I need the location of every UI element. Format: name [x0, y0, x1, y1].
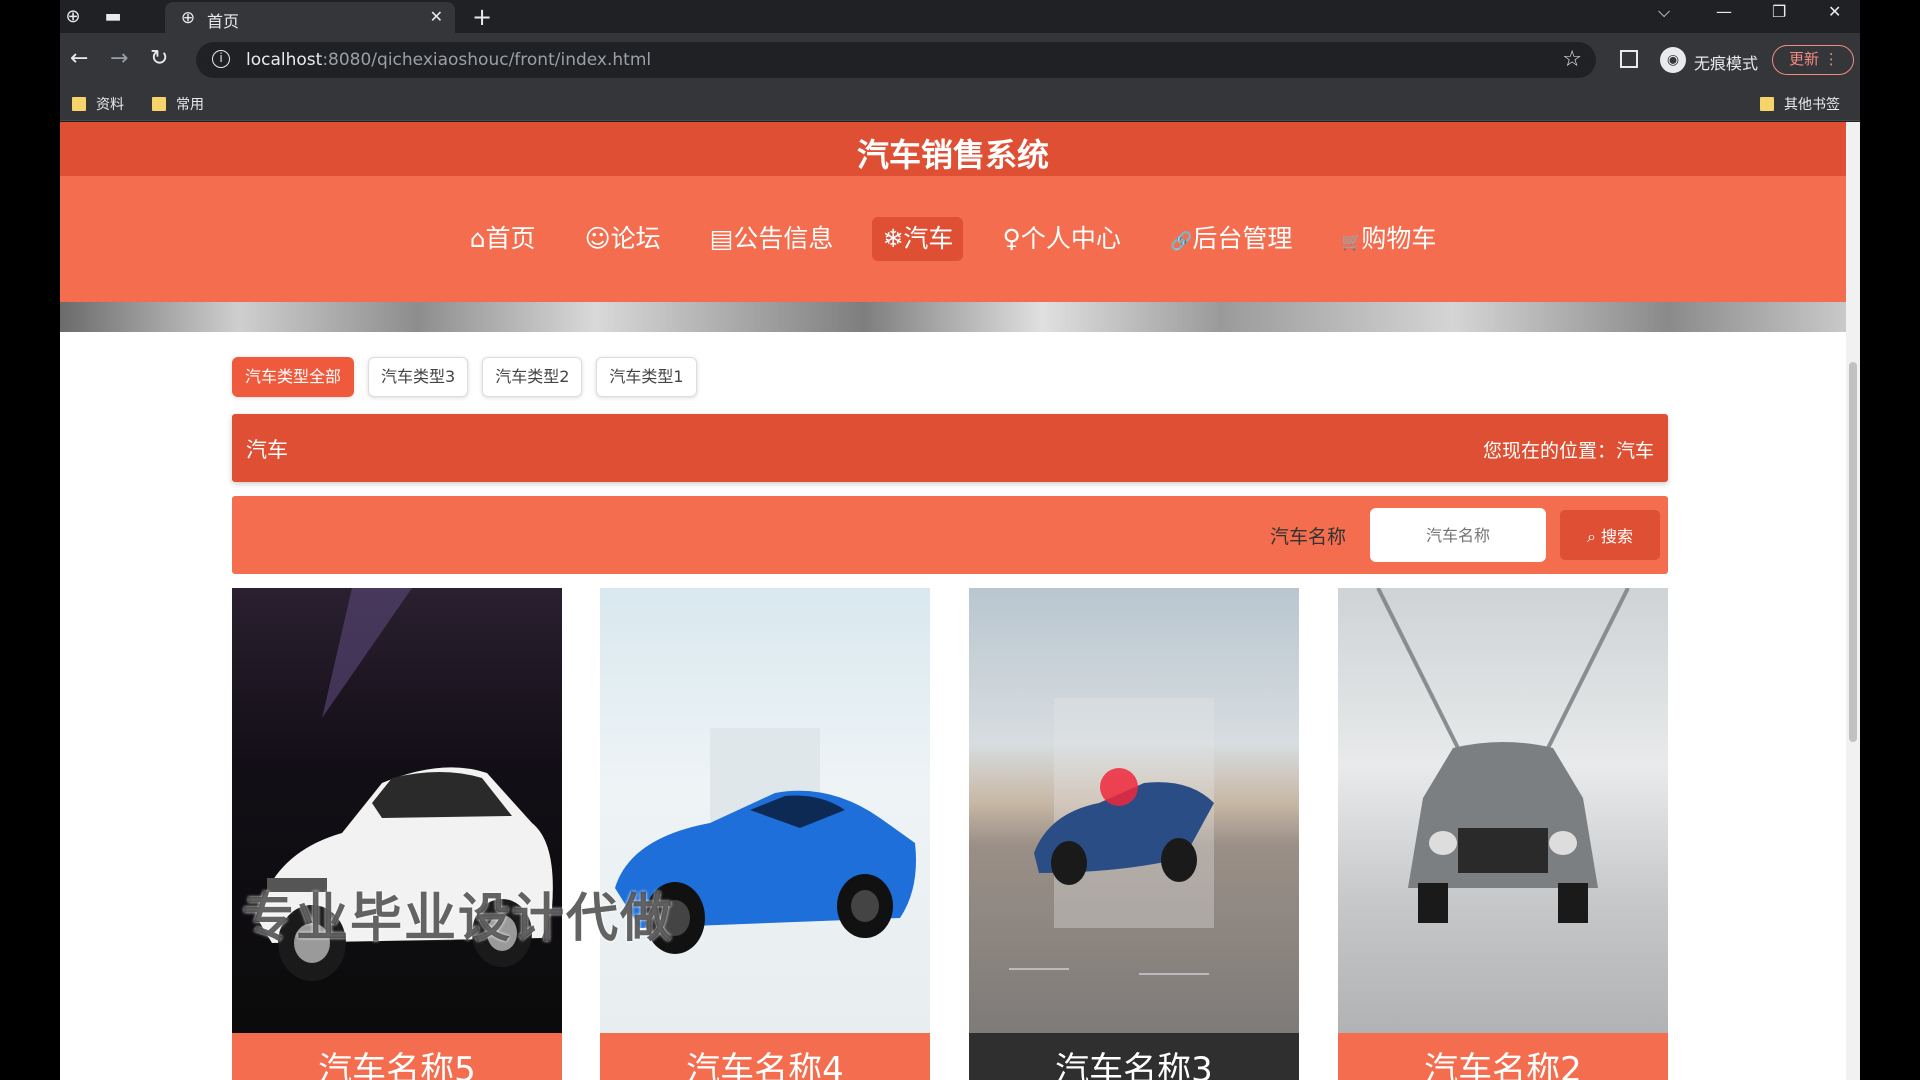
type-tab-1[interactable]: 汽车类型1	[596, 357, 697, 397]
browser-toolbar: ← → ↻ i localhost:8080/qichexiaoshouc/fr…	[60, 33, 1860, 87]
header-title-bar: 汽车销售系统	[60, 122, 1846, 176]
snowflake-icon: ❄	[882, 224, 904, 253]
address-bar[interactable]: i localhost:8080/qichexiaoshouc/front/in…	[196, 42, 1596, 78]
menu-label: 后台管理	[1192, 224, 1293, 253]
menu-item-cars[interactable]: ❄汽车	[872, 217, 964, 261]
bookmarks-bar: 资料 常用 其他书签	[60, 87, 1860, 121]
folder-icon	[152, 97, 166, 111]
url-path: :8080/qichexiaoshouc/front/index.html	[322, 50, 652, 70]
home-icon: ⌂	[469, 224, 486, 253]
back-icon[interactable]: ←	[70, 46, 88, 71]
tab-list-chevron-icon[interactable]: ⌵	[1658, 2, 1670, 22]
site-header: 汽车销售系统 ⌂首页 ☺论坛 ▤公告信息 ❄汽车 ♀个人中心 🔗后台管理 🛒购物…	[60, 122, 1846, 302]
car-image[interactable]	[600, 588, 930, 1033]
type-tab-3[interactable]: 汽车类型3	[368, 357, 469, 397]
cart-icon: 🛒	[1341, 232, 1362, 251]
forward-icon[interactable]: →	[110, 46, 128, 71]
browser-window: ⊕ ▬ ⊕ 首页 ✕ + ⌵ — ❐ ✕ ← → ↻ i localhost:8…	[60, 0, 1860, 1080]
search-bar: 汽车名称 ⌕ 搜索	[232, 496, 1668, 574]
car-card[interactable]: 汽车名称5	[232, 588, 562, 1080]
car-card[interactable]: 汽车名称3	[969, 588, 1299, 1080]
banner-image	[60, 302, 1846, 332]
incognito-icon: ◉	[1660, 47, 1686, 73]
url-host: localhost	[246, 50, 323, 70]
tab-title: 首页	[207, 12, 240, 31]
new-tab-button[interactable]: +	[472, 3, 492, 31]
watermark-overlay: 专业毕业设计代做	[242, 889, 675, 949]
car-name[interactable]: 汽车名称3	[969, 1033, 1299, 1080]
site-title: 汽车销售系统	[856, 136, 1049, 174]
menu-label: 购物车	[1361, 224, 1437, 253]
menu-item-cart[interactable]: 🛒购物车	[1331, 217, 1446, 261]
other-bookmarks[interactable]: 其他书签	[1760, 94, 1840, 114]
type-tab-2[interactable]: 汽车类型2	[482, 357, 583, 397]
type-tab-all[interactable]: 汽车类型全部	[232, 357, 355, 397]
minimize-icon[interactable]: —	[1716, 2, 1732, 21]
document-icon: ▤	[709, 224, 734, 253]
page-content: 汽车销售系统 ⌂首页 ☺论坛 ▤公告信息 ❄汽车 ♀个人中心 🔗后台管理 🛒购物…	[60, 122, 1846, 1080]
side-panel-icon[interactable]	[1620, 50, 1638, 68]
menu-label: 首页	[485, 224, 536, 253]
menu-label: 汽车	[903, 224, 954, 253]
tab-strip: ⊕ ▬ ⊕ 首页 ✕ + ⌵ — ❐ ✕	[60, 0, 1860, 33]
update-label: 更新	[1789, 50, 1820, 68]
folder-icon	[72, 97, 86, 111]
close-tab-icon[interactable]: ✕	[430, 7, 443, 26]
menu-item-forum[interactable]: ☺论坛	[575, 217, 671, 261]
site-info-icon[interactable]: i	[212, 50, 230, 68]
scrollbar-thumb[interactable]	[1849, 362, 1857, 742]
menu-item-admin[interactable]: 🔗后台管理	[1160, 217, 1302, 261]
car-image[interactable]	[969, 588, 1299, 1033]
reload-icon[interactable]: ↻	[150, 46, 168, 71]
other-bookmarks-label: 其他书签	[1784, 97, 1840, 113]
bookmark-folder-1[interactable]: 资料	[72, 94, 124, 114]
browser-profile-icon[interactable]: ⊕	[62, 6, 84, 28]
incognito-label: 无痕模式	[1694, 54, 1759, 73]
car-image[interactable]	[1338, 588, 1668, 1033]
bookmark-star-icon[interactable]: ☆	[1562, 47, 1582, 72]
bookmark-label: 常用	[176, 97, 204, 113]
restore-icon[interactable]: ❐	[1772, 2, 1786, 21]
car-name[interactable]: 汽车名称2	[1338, 1033, 1668, 1080]
url-text[interactable]: localhost:8080/qichexiaoshouc/front/inde…	[246, 50, 651, 70]
menu-item-home[interactable]: ⌂首页	[460, 217, 546, 261]
search-input[interactable]	[1370, 508, 1546, 562]
menu-item-profile[interactable]: ♀个人中心	[993, 217, 1131, 261]
page-scrollbar[interactable]	[1846, 122, 1860, 1080]
menu-label: 论坛	[610, 224, 661, 253]
bookmark-folder-2[interactable]: 常用	[152, 94, 204, 114]
section-title: 汽车	[246, 438, 288, 462]
car-name[interactable]: 汽车名称5	[232, 1033, 562, 1080]
tab-home[interactable]: ⊕ 首页 ✕	[165, 2, 455, 33]
menu-label: 公告信息	[733, 224, 834, 253]
search-icon: ⌕	[1586, 527, 1596, 546]
menu-label: 个人中心	[1020, 224, 1121, 253]
update-button[interactable]: 更新 ⋮	[1772, 45, 1854, 75]
close-window-icon[interactable]: ✕	[1828, 2, 1841, 21]
car-type-tabs: 汽车类型全部 汽车类型3 汽车类型2 汽车类型1	[232, 357, 711, 397]
car-card[interactable]: 汽车名称2	[1338, 588, 1668, 1080]
breadcrumb-prefix: 您现在的位置：	[1482, 440, 1616, 462]
search-button-label: 搜索	[1601, 527, 1634, 546]
folder-icon	[1760, 97, 1774, 111]
link-icon: 🔗	[1169, 231, 1193, 252]
car-image[interactable]	[232, 588, 562, 1033]
bookmark-label: 资料	[96, 97, 124, 113]
breadcrumb-current: 汽车	[1615, 440, 1654, 462]
car-card[interactable]: 汽车名称4	[600, 588, 930, 1080]
car-name[interactable]: 汽车名称4	[600, 1033, 930, 1080]
menu-item-notice[interactable]: ▤公告信息	[700, 217, 844, 261]
search-button[interactable]: ⌕ 搜索	[1560, 510, 1660, 560]
section-title-bar: 汽车 您现在的位置：汽车	[232, 414, 1668, 482]
tab-search-icon[interactable]: ▬	[102, 6, 124, 28]
search-label: 汽车名称	[1270, 526, 1347, 548]
globe-icon: ⊕	[180, 8, 196, 28]
cursor-highlight	[1100, 768, 1138, 806]
breadcrumb: 您现在的位置：汽车	[1483, 436, 1654, 463]
user-icon: ♀	[1002, 224, 1021, 253]
smiley-icon: ☺	[584, 224, 611, 253]
main-menu: ⌂首页 ☺论坛 ▤公告信息 ❄汽车 ♀个人中心 🔗后台管理 🛒购物车	[60, 217, 1846, 261]
